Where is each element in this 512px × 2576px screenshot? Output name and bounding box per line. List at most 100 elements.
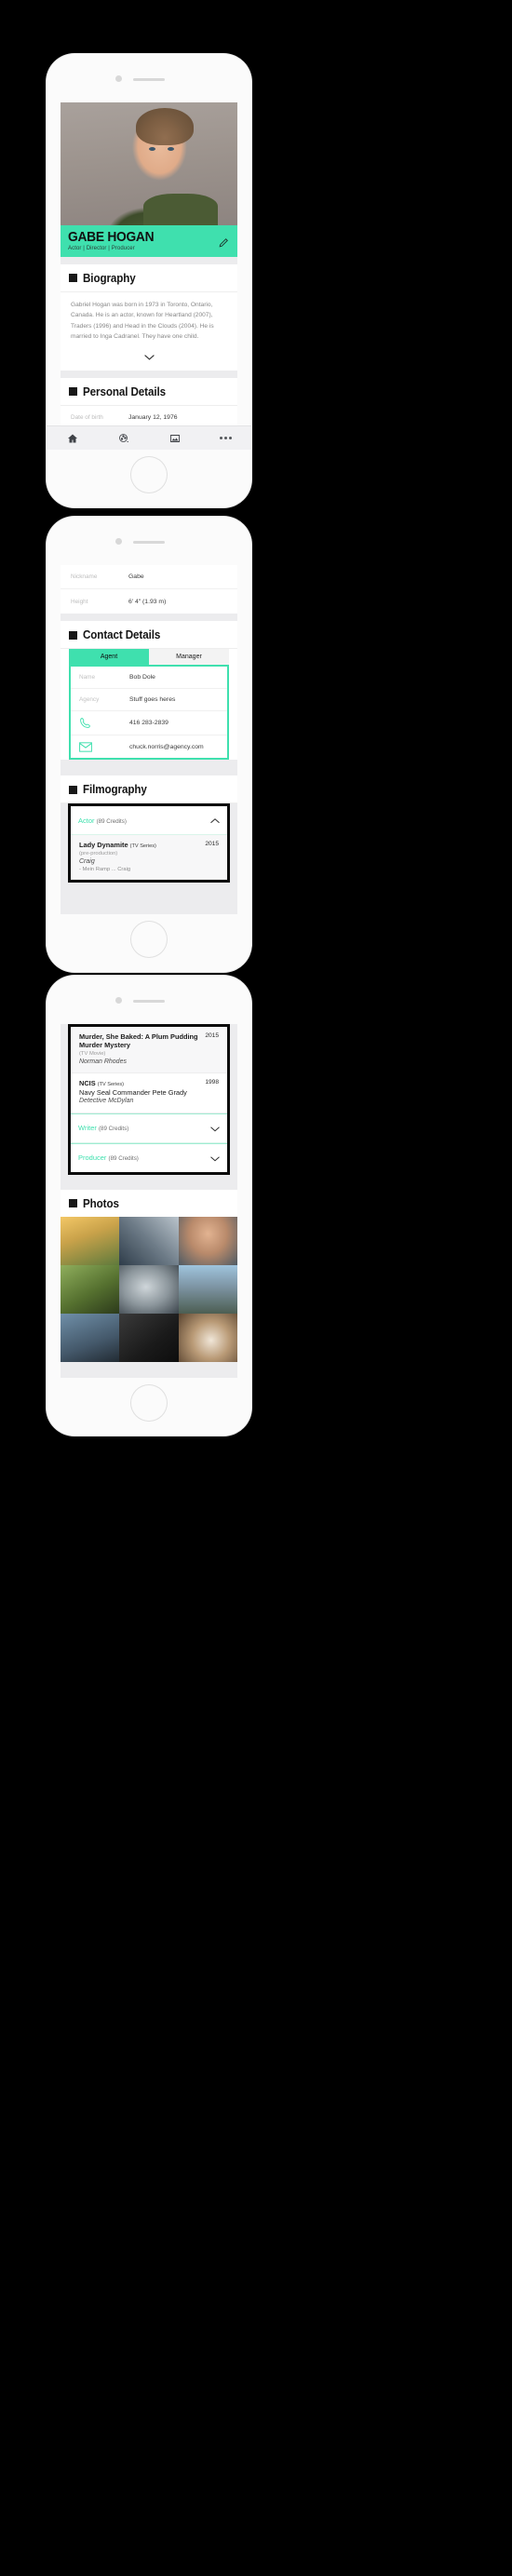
home-button[interactable] [131, 1385, 167, 1421]
hair-shape [136, 108, 194, 145]
filmography-card: Filmography [61, 775, 237, 803]
phone-top-bezel [47, 976, 251, 1024]
tab-home[interactable] [47, 433, 98, 444]
front-camera-icon [115, 997, 122, 1004]
filmography-section-header: Filmography [61, 775, 237, 803]
tab-more[interactable] [200, 437, 251, 439]
credit-item[interactable]: Lady Dynamite (TV Series) 2015 (pre-prod… [71, 835, 227, 880]
pencil-edit-icon[interactable] [218, 236, 230, 249]
spacer [61, 614, 237, 621]
credit-status: (pre-production) [79, 850, 118, 856]
tab-agent[interactable]: Agent [69, 649, 149, 665]
photo-thumbnail[interactable] [61, 1264, 120, 1314]
credit-year: 2015 [205, 1032, 219, 1039]
section-marker-icon [69, 1199, 77, 1208]
photos-icon [169, 434, 180, 442]
phone-bottom-bezel [47, 914, 251, 972]
credit-role: Craig [79, 858, 95, 866]
photo-thumbnail[interactable] [178, 1216, 237, 1265]
filmography-heading: Filmography [83, 783, 147, 796]
contact-label: Name [79, 674, 96, 681]
home-button[interactable] [131, 457, 167, 492]
profile-hero-photo [61, 102, 237, 225]
accordion-label: Producer [78, 1153, 107, 1163]
table-row-email[interactable]: chuck.norris@agency.com [71, 735, 227, 758]
photos-card: Photos [61, 1189, 237, 1217]
film-reel-icon [118, 433, 128, 442]
accordion-writer[interactable]: Writer (89 Credits) [71, 1113, 227, 1143]
earpiece-speaker [133, 541, 165, 544]
photo-thumbnail[interactable] [119, 1264, 179, 1314]
envelope-icon [79, 741, 129, 752]
tab-filmography[interactable] [98, 433, 149, 444]
accordion-actor[interactable]: Actor (89 Credits) [71, 806, 227, 835]
shirt-shape [143, 194, 218, 225]
credit-year: 1998 [205, 1079, 219, 1086]
biography-expand-row[interactable] [61, 345, 237, 371]
phone-bottom-bezel [47, 1378, 251, 1436]
chevron-up-icon[interactable] [210, 812, 220, 829]
home-icon [67, 434, 77, 442]
credit-episode: - Mein Ramp ... Craig [79, 866, 131, 872]
tab-manager[interactable]: Manager [149, 649, 229, 665]
table-row-phone[interactable]: 416 283-2839 [71, 711, 227, 735]
eye-right [168, 147, 174, 151]
screen-2: Nickname Gabe Height 6' 4" (1.93 m) Cont… [61, 565, 237, 914]
biography-heading: Biography [83, 271, 136, 285]
photo-thumbnail[interactable] [61, 1313, 120, 1362]
section-marker-icon [69, 785, 77, 794]
profile-name-banner: GABE HOGAN Actor | Director | Producer [61, 225, 237, 257]
photo-thumbnail[interactable] [178, 1264, 237, 1314]
credit-title: Lady Dynamite [79, 841, 128, 849]
credit-kind: (TV Series) [129, 843, 156, 849]
home-button[interactable] [131, 922, 167, 957]
bottom-tab-bar-1[interactable] [47, 425, 251, 450]
screen-3: Murder, She Baked: A Plum Pudding Murder… [61, 1024, 237, 1378]
accordion-count: (89 Credits) [96, 817, 127, 825]
accordion-producer[interactable]: Producer (89 Credits) [71, 1142, 227, 1172]
biography-text: Gabriel Hogan was born in 1973 in Toront… [61, 291, 237, 346]
photo-grid [61, 1216, 237, 1362]
accordion-count: (89 Credits) [98, 1126, 129, 1133]
photo-thumbnail[interactable] [61, 1216, 120, 1265]
contact-value: Stuff goes heres [129, 696, 176, 703]
personal-details-section-header: Personal Details [61, 377, 237, 406]
screen-1: GABE HOGAN Actor | Director | Producer B… [61, 102, 237, 425]
phone-icon [79, 717, 129, 729]
front-camera-icon [115, 538, 122, 545]
contact-info-box: Name Bob Dole Agency Stuff goes heres 41… [69, 665, 229, 760]
contact-details-heading: Contact Details [83, 628, 161, 641]
contact-tabs[interactable]: Agent Manager [61, 649, 237, 665]
table-row: Height 6' 4" (1.93 m) [61, 589, 237, 614]
section-marker-icon [69, 630, 77, 640]
detail-label: Height [71, 598, 88, 605]
spacer [61, 256, 237, 264]
detail-value: January 12, 1976 [128, 413, 178, 421]
chevron-down-icon[interactable] [143, 348, 155, 360]
personal-details-continued: Nickname Gabe Height 6' 4" (1.93 m) [61, 565, 237, 614]
credit-title: NCIS [79, 1079, 96, 1088]
contact-value[interactable]: chuck.norris@agency.com [129, 744, 204, 750]
credit-item[interactable]: Murder, She Baked: A Plum Pudding Murder… [71, 1027, 227, 1074]
credit-kind: (TV Movie) [79, 1050, 106, 1057]
table-row: Agency Stuff goes heres [71, 689, 227, 711]
chevron-down-icon[interactable] [210, 1120, 220, 1137]
contact-value: Bob Dole [129, 674, 155, 681]
phone-top-bezel [47, 517, 251, 565]
more-icon[interactable] [220, 437, 232, 439]
photo-thumbnail[interactable] [178, 1313, 237, 1362]
detail-value: Gabe [128, 573, 144, 580]
profile-name: GABE HOGAN [68, 229, 155, 245]
phone-top-bezel [47, 54, 251, 102]
photo-thumbnail[interactable] [119, 1216, 179, 1265]
contact-value[interactable]: 416 283-2839 [129, 720, 168, 726]
chevron-down-icon[interactable] [210, 1150, 220, 1167]
photo-thumbnail[interactable] [119, 1313, 179, 1362]
accordion-count: (89 Credits) [108, 1155, 139, 1163]
front-camera-icon [115, 75, 122, 82]
credit-item[interactable]: NCIS (TV Series) 1998 Navy Seal Commande… [71, 1073, 227, 1113]
section-marker-icon [69, 274, 77, 283]
credit-title: Murder, She Baked: A Plum Pudding Murder… [79, 1032, 198, 1050]
accordion-label: Writer [78, 1124, 97, 1133]
tab-photos[interactable] [149, 433, 200, 444]
